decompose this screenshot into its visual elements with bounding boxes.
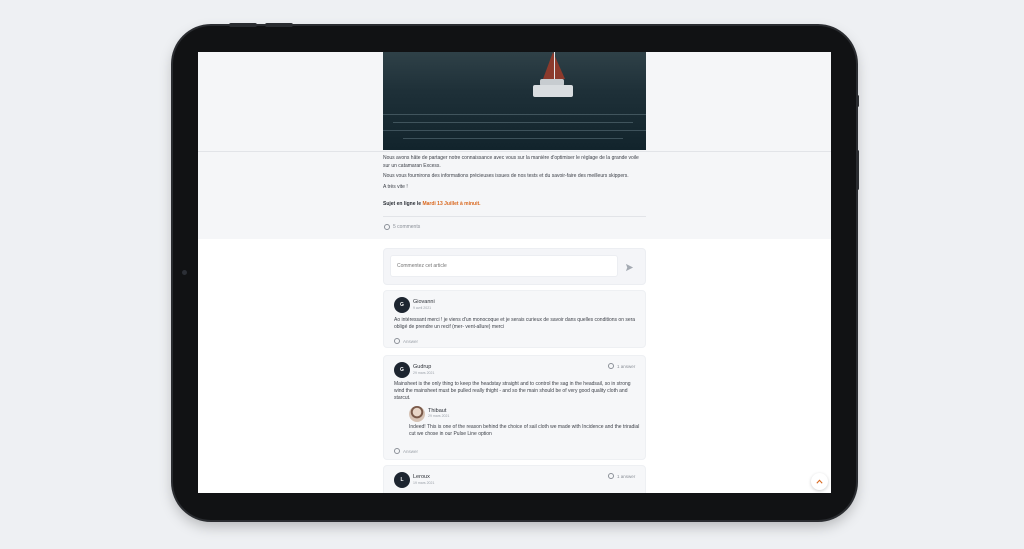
online-date-line: Sujet en ligne le Mardi 13 Juillet à min… <box>383 201 646 209</box>
answer-label: Answer <box>403 448 419 454</box>
online-date: Mardi 13 Juillet à minuit. <box>422 201 481 207</box>
comment-date: 19 mars 2021 <box>413 481 435 485</box>
reply-text: Indeed! This is one of the reason behind… <box>409 424 640 437</box>
comments-count-label: 5 comments <box>393 224 421 230</box>
power-button-top <box>265 23 293 27</box>
comment-bubble-icon <box>608 473 614 479</box>
reply-count[interactable]: 1 answer <box>608 473 635 479</box>
avatar: G <box>394 297 410 313</box>
avatar: L <box>394 472 410 488</box>
side-button-2 <box>856 150 859 190</box>
comment-author: Gudrup <box>413 364 432 370</box>
front-camera <box>182 270 187 275</box>
article-body: Nous avons hâte de partager notre connai… <box>383 155 646 209</box>
article-paragraph: A très vite ! <box>383 183 408 190</box>
comment-composer <box>383 248 646 285</box>
article-paragraph: Nous avons hâte de partager notre connai… <box>383 155 639 169</box>
article-divider <box>383 216 646 217</box>
comments-count[interactable]: 5 comments <box>384 224 420 230</box>
comment-date: 29 mars 2021 <box>413 371 435 375</box>
comment-input[interactable] <box>390 255 618 277</box>
avatar: G <box>394 362 410 378</box>
reply-avatar <box>409 406 425 422</box>
online-prefix: Sujet en ligne le <box>383 201 423 207</box>
article-paragraph: Nous vous fournirons des informations pr… <box>383 173 629 179</box>
scroll-to-top-button[interactable] <box>811 473 828 490</box>
comment-author: Giovanni <box>413 299 435 305</box>
reply-date: 29 mars 2021 <box>428 414 450 418</box>
comment-text: Mainsheet is the only thing to keep the … <box>394 381 631 401</box>
divider <box>198 151 831 152</box>
hero-image-catamaran <box>383 52 646 150</box>
comment-bubble-icon <box>384 224 390 230</box>
reply-count-label: 1 answer <box>617 363 636 369</box>
reply-count[interactable]: 1 answer <box>608 363 635 369</box>
reply-count-label: 1 answer <box>617 473 636 479</box>
answer-button[interactable]: Answer <box>394 338 418 344</box>
boat-hull <box>533 85 573 97</box>
side-button-1 <box>856 95 859 107</box>
comment-bubble-icon <box>394 448 400 454</box>
comment-date: 9 avril 2021 <box>413 306 432 310</box>
tablet-screen: Nous avons hâte de partager notre connai… <box>198 52 831 493</box>
answer-button[interactable]: Answer <box>394 448 418 454</box>
send-icon[interactable] <box>625 263 634 272</box>
comment-bubble-icon <box>394 338 400 344</box>
comment-card: G Giovanni 9 avril 2021 Ao intéressant m… <box>383 290 646 348</box>
comment-card: G Gudrup 29 mars 2021 1 answer Mainsheet… <box>383 355 646 460</box>
comment-author: Leroux <box>413 474 430 480</box>
mast <box>554 52 555 82</box>
comment-bubble-icon <box>608 363 614 369</box>
answer-label: Answer <box>403 338 419 344</box>
comment-card: L Leroux 19 mars 2021 1 answer <box>383 465 646 493</box>
volume-button-top <box>229 23 257 27</box>
chevron-up-icon <box>816 479 823 484</box>
comment-text: Ao intéressant merci ! je viens d'un mon… <box>394 317 636 330</box>
